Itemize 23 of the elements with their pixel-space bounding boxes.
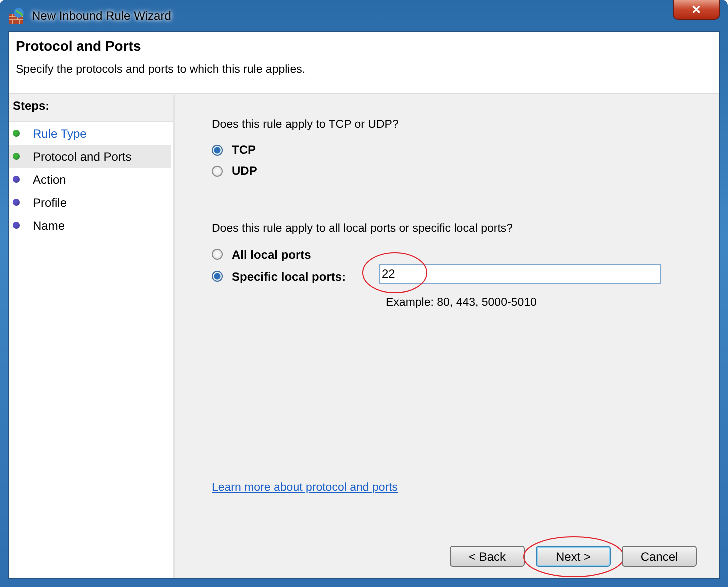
learn-more-link[interactable]: Learn more about protocol and ports [212,482,398,494]
wizard-button[interactable]: Cancel [622,546,697,567]
ports-input-field[interactable]: 22 [379,264,661,284]
page-title: Protocol and Ports [16,38,142,54]
protocol-question: Does this rule apply to TCP or UDP? [212,119,400,131]
protocol-radio[interactable]: TCP [212,143,256,157]
ports-example: Example: 80, 443, 5000-5010 [386,297,538,309]
protocol-radio[interactable]: UDP [212,164,258,178]
step-item[interactable]: Name [9,214,171,237]
step-item[interactable]: Rule Type [9,122,171,145]
steps-heading: Steps: [9,95,173,122]
wizard-button[interactable]: Next > [536,546,611,567]
ports-question: Does this rule apply to all local ports or specific local ports? [212,223,514,235]
window-title: New Inbound Rule Wizard [32,8,172,22]
page-subtitle: Specify the protocols and ports to which this rule applies. [16,64,307,76]
firewall-icon [8,6,26,24]
step-item[interactable]: Profile [9,191,171,214]
wizard-button[interactable]: < Back [450,546,525,567]
ports-radio[interactable]: Specific local ports: [212,269,379,284]
close-button[interactable]: ✕ [673,0,720,20]
step-item[interactable]: Protocol and Ports [9,145,171,168]
ports-radio[interactable]: All local ports [212,247,379,262]
step-item[interactable]: Action [9,168,171,191]
